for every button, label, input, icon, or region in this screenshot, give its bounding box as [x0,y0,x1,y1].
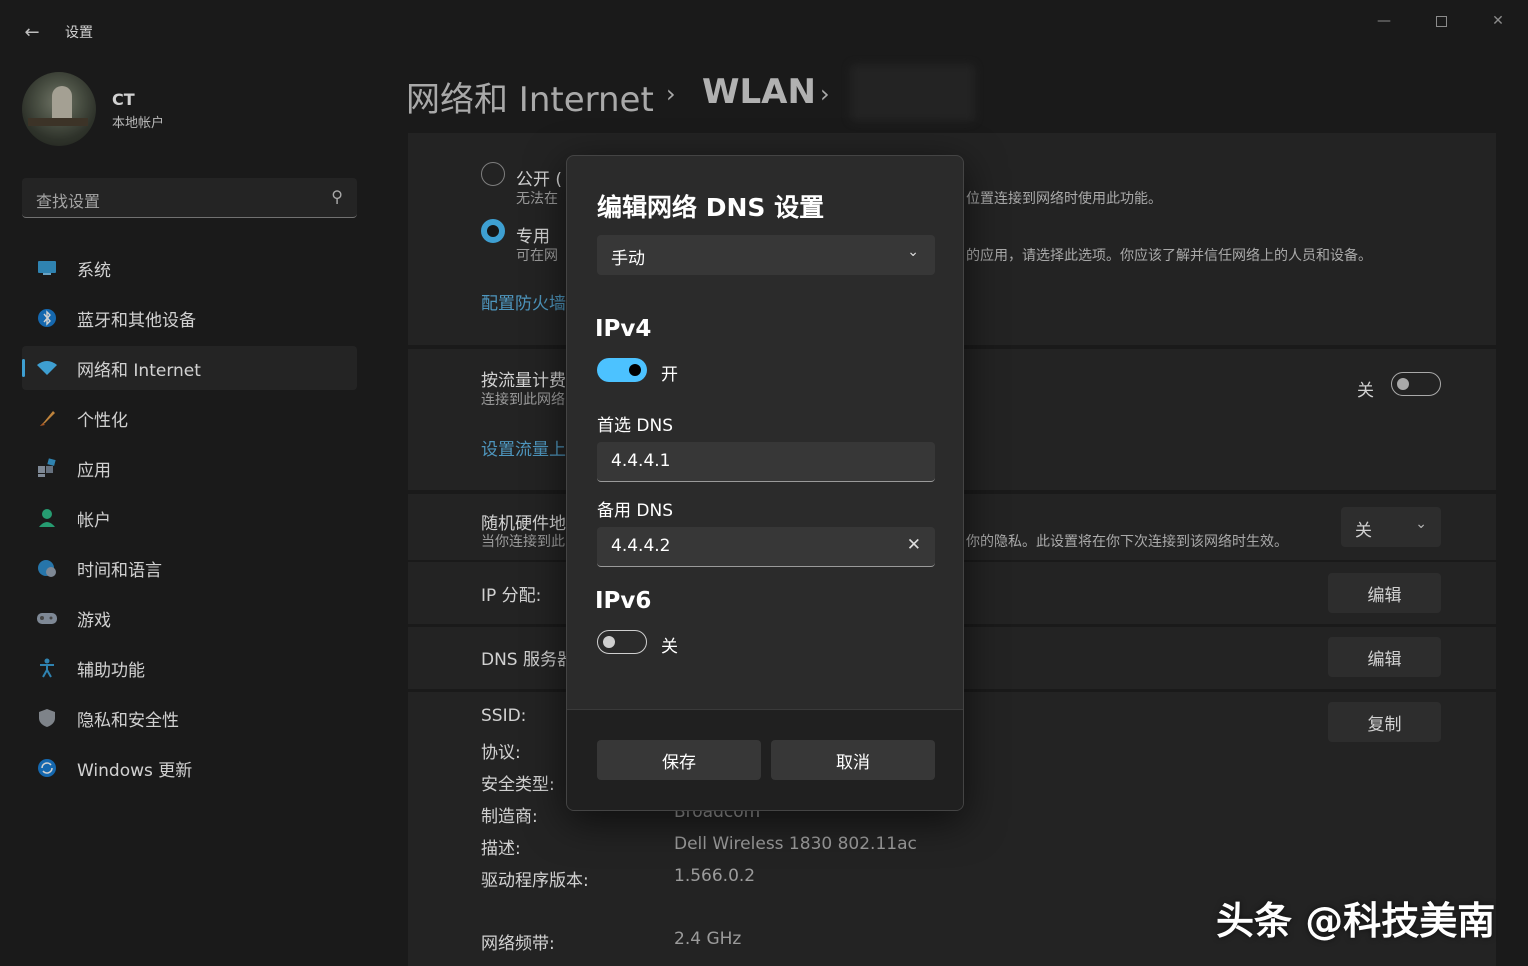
chevron-down-icon: ⌄ [907,244,919,260]
ipv4-toggle[interactable] [597,358,647,382]
dns-settings-dialog: 编辑网络 DNS 设置 手动 ⌄ IPv4 开 首选 DNS 4.4.4.1 备… [566,155,964,811]
preferred-dns-label: 首选 DNS [597,416,674,436]
watermark: 头条 @科技美南 [1216,899,1496,943]
ipv6-toggle[interactable] [597,630,647,654]
preferred-dns-value: 4.4.4.1 [611,451,671,471]
toggle-knob [603,636,615,648]
preferred-dns-input[interactable]: 4.4.4.1 [597,442,935,482]
dialog-title: 编辑网络 DNS 设置 [597,193,825,222]
toggle-knob [629,364,641,376]
ipv4-heading: IPv4 [595,316,652,342]
dns-mode-value: 手动 [611,249,645,269]
dialog-footer: 保存 取消 [567,709,963,810]
save-button[interactable]: 保存 [597,740,761,780]
clear-icon[interactable]: ✕ [907,535,921,555]
ipv4-toggle-label: 开 [661,365,678,385]
cancel-button[interactable]: 取消 [771,740,935,780]
alternate-dns-value: 4.4.4.2 [611,536,671,556]
settings-window: ← 设置 — ✕ CT 本地帐户 查找设置 ⚲ 系统 蓝牙和其他设备 网络和 I… [0,0,1528,966]
ipv6-toggle-label: 关 [661,637,678,657]
alternate-dns-input[interactable]: 4.4.4.2 ✕ [597,527,935,567]
alternate-dns-label: 备用 DNS [597,501,674,521]
ipv6-heading: IPv6 [595,588,652,614]
dns-mode-dropdown[interactable]: 手动 ⌄ [597,235,935,275]
